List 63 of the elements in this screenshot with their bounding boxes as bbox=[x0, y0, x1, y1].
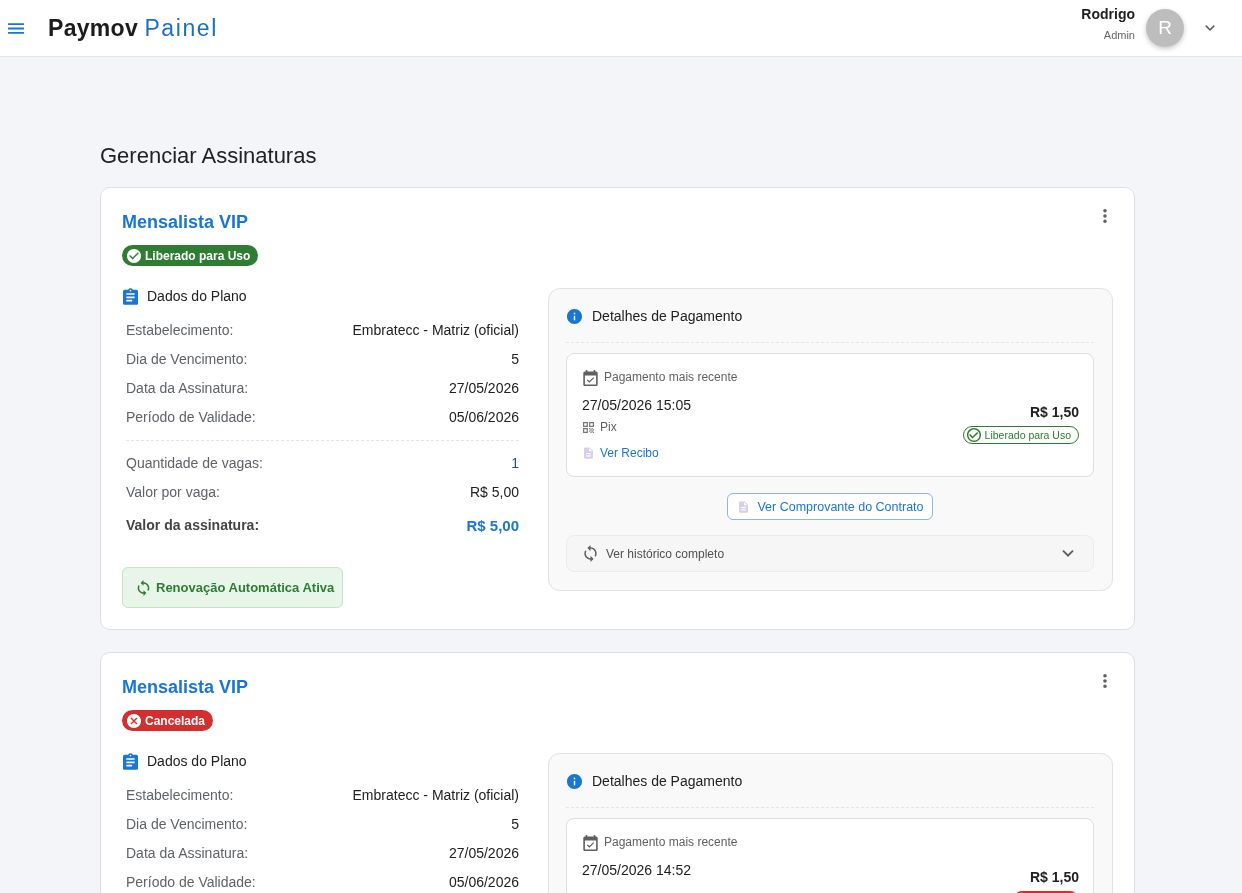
payment-amount: R$ 1,50 bbox=[1029, 403, 1079, 421]
detail-label: Data da Assinatura: bbox=[126, 845, 249, 862]
contract-receipt-button[interactable]: Ver Comprovante do Contrato bbox=[727, 493, 933, 520]
panel-heading: Detalhes de Pagamento bbox=[592, 307, 743, 325]
plan-title: Mensalista VIP bbox=[122, 211, 249, 234]
status-label: Cancelada bbox=[145, 713, 206, 728]
user-role: Admin bbox=[1103, 29, 1135, 42]
detail-label: Período de Validade: bbox=[126, 409, 256, 426]
calendar-check-icon bbox=[583, 369, 598, 386]
detail-value: Embratecc - Matriz (oficial) bbox=[352, 787, 519, 804]
payment-card-heading: Pagamento mais recente bbox=[604, 835, 738, 850]
detail-label: Quantidade de vagas: bbox=[126, 455, 263, 472]
user-avatar: R bbox=[1146, 9, 1184, 47]
total-value: R$ 5,00 bbox=[466, 517, 519, 534]
detail-label: Dia de Vencimento: bbox=[126, 351, 248, 368]
detail-label: Estabelecimento: bbox=[126, 787, 234, 804]
info-icon bbox=[567, 308, 582, 324]
detail-value: 27/05/2026 bbox=[448, 845, 519, 862]
plan-title: Mensalista VIP bbox=[122, 676, 249, 699]
detail-label: Valor por vaga: bbox=[126, 484, 220, 501]
info-icon bbox=[567, 773, 582, 789]
menu-button[interactable] bbox=[8, 20, 24, 36]
history-toggle[interactable]: Ver histórico completo bbox=[566, 535, 1094, 572]
section-heading: Dados do Plano bbox=[147, 287, 247, 305]
document-icon bbox=[739, 500, 749, 513]
auto-renewal-label: Renovação Automática Ativa bbox=[156, 579, 335, 596]
detail-value: 27/05/2026 bbox=[448, 380, 519, 397]
payment-amount: R$ 1,50 bbox=[1029, 868, 1079, 886]
detail-label: Estabelecimento: bbox=[126, 322, 234, 339]
detail-value: 1 bbox=[511, 455, 519, 472]
qr-code-icon bbox=[583, 421, 594, 433]
detail-label: Data da Assinatura: bbox=[126, 380, 249, 397]
app-logo: Paymov Painel bbox=[48, 14, 218, 42]
panel-heading: Detalhes de Pagamento bbox=[592, 772, 743, 790]
document-icon bbox=[584, 447, 593, 459]
detail-value: 5 bbox=[511, 351, 519, 368]
receipt-link[interactable]: Ver Recibo bbox=[582, 445, 659, 461]
status-label: Liberado para Uso bbox=[145, 248, 251, 263]
detail-value: 05/06/2026 bbox=[448, 409, 519, 426]
detail-value: Embratecc - Matriz (oficial) bbox=[352, 322, 519, 339]
vertical-dots-icon bbox=[1103, 674, 1107, 688]
total-label: Valor da assinatura: bbox=[126, 517, 260, 534]
user-name: Rodrigo bbox=[1081, 6, 1135, 22]
page-title: Gerenciar Assinaturas bbox=[100, 143, 318, 169]
calendar-check-icon bbox=[583, 834, 598, 851]
sync-icon bbox=[584, 545, 597, 562]
chevron-down-icon bbox=[1205, 25, 1215, 31]
detail-label: Período de Validade: bbox=[126, 874, 256, 891]
detail-value: 05/06/2026 bbox=[448, 874, 519, 891]
sync-icon bbox=[137, 579, 150, 596]
detail-label: Dia de Vencimento: bbox=[126, 816, 248, 833]
clipboard-icon bbox=[123, 752, 138, 770]
detail-value: R$ 5,00 bbox=[469, 484, 519, 501]
payment-status-label: Liberado para Uso bbox=[984, 428, 1071, 442]
payment-datetime: 27/05/2026 14:52 bbox=[582, 861, 692, 879]
clipboard-icon bbox=[123, 287, 138, 305]
payment-datetime: 27/05/2026 15:05 bbox=[582, 396, 692, 414]
menu-icon bbox=[8, 22, 24, 34]
payment-card-heading: Pagamento mais recente bbox=[604, 370, 738, 385]
detail-value: 5 bbox=[511, 816, 519, 833]
vertical-dots-icon bbox=[1103, 209, 1107, 223]
payment-method: Pix bbox=[600, 419, 617, 435]
section-heading: Dados do Plano bbox=[147, 752, 247, 770]
